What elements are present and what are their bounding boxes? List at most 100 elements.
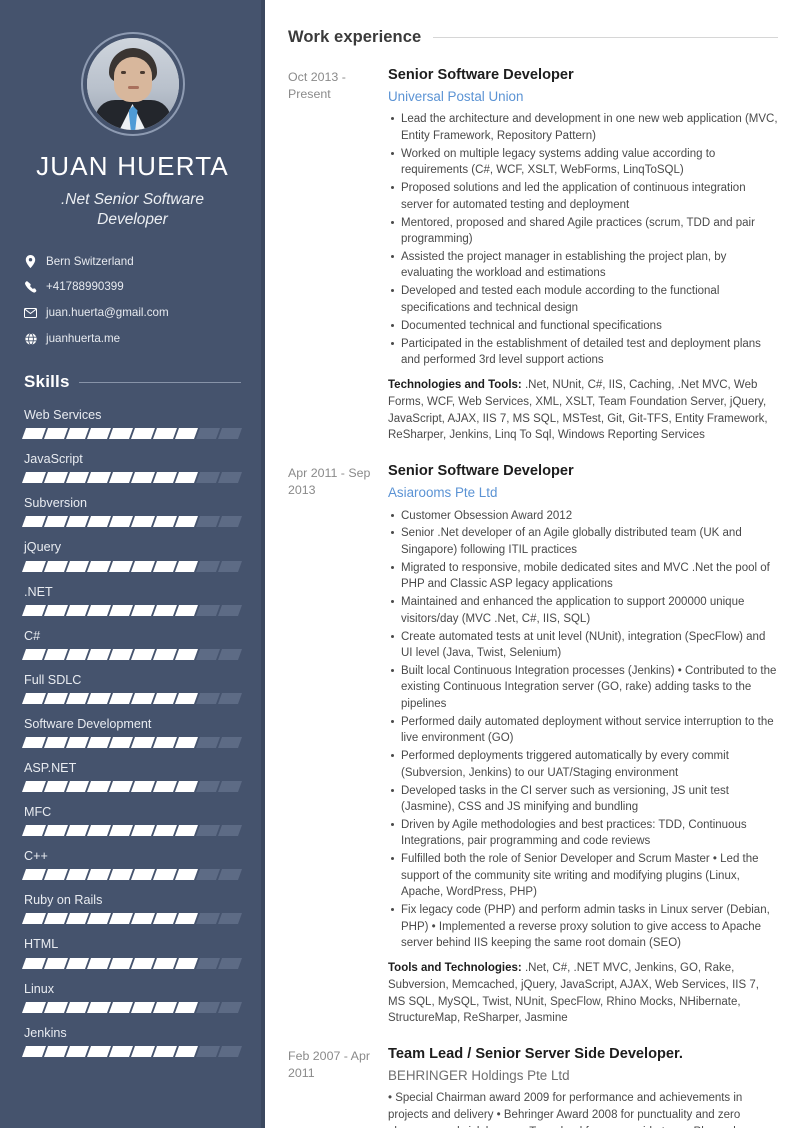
skill-segment-filled: [43, 957, 68, 969]
job-company[interactable]: Universal Postal Union: [388, 88, 778, 105]
skill-segment-filled: [109, 737, 133, 748]
skill-segment-filled: [21, 825, 46, 837]
skill-segment-filled: [174, 1045, 199, 1057]
skill-segment-filled: [130, 913, 155, 925]
skill-segment-filled: [174, 825, 199, 837]
skill-segment-filled: [152, 516, 177, 528]
contact-email[interactable]: juan.huerta@gmail.com: [24, 306, 241, 320]
skill-segment-empty: [218, 1001, 242, 1013]
skill-segment-filled: [109, 428, 133, 440]
skill-level-bar: [21, 913, 242, 925]
job-company[interactable]: Asiarooms Pte Ltd: [388, 484, 778, 501]
skill-segment-filled: [21, 648, 46, 660]
skill-segment-filled: [109, 648, 133, 660]
job-tools: Technologies and Tools: .Net, NUnit, C#,…: [388, 377, 778, 444]
job-tools: Tools and Technologies: .Net, C#, .NET M…: [388, 960, 778, 1027]
phone-icon: [24, 281, 37, 294]
skill-item: Full SDLC: [21, 673, 242, 704]
skill-segment-empty: [196, 869, 221, 881]
skill-segment-filled: [43, 1045, 68, 1057]
contact-website-text: juanhuerta.me: [46, 332, 121, 346]
skill-level-bar: [21, 472, 242, 484]
profile-photo-ring: [80, 32, 185, 136]
skill-segment-filled: [109, 913, 133, 925]
skill-segment-filled: [174, 692, 199, 704]
skill-segment-filled: [87, 825, 112, 837]
skill-segment-filled: [109, 516, 133, 528]
skill-item: Software Development: [21, 717, 242, 748]
skill-segment-filled: [21, 1001, 46, 1013]
skill-segment-filled: [109, 869, 133, 881]
skill-level-bar: [21, 692, 242, 704]
skill-level-bar: [21, 825, 242, 837]
skill-segment-filled: [152, 781, 177, 793]
contact-location[interactable]: Bern Switzerland: [24, 255, 241, 269]
skill-segment-filled: [65, 692, 90, 704]
skill-segment-filled: [43, 825, 68, 837]
skill-segment-filled: [174, 560, 199, 572]
skill-segment-filled: [174, 869, 199, 881]
skill-segment-empty: [196, 825, 221, 837]
job-bullet: Lead the architecture and development in…: [388, 111, 778, 144]
skill-segment-filled: [109, 472, 133, 484]
skill-segment-empty: [196, 1045, 221, 1057]
contact-website[interactable]: juanhuerta.me: [24, 332, 241, 346]
skill-segment-filled: [87, 913, 112, 925]
job-bullet: Developed and tested each module accordi…: [388, 283, 778, 316]
skill-item: ASP.NET: [21, 761, 242, 793]
contact-list: Bern Switzerland +41788990399 juan.huert…: [24, 255, 241, 347]
skill-level-bar: [21, 428, 242, 440]
contact-phone[interactable]: +41788990399: [24, 280, 241, 294]
work-experience-heading: Work experience: [288, 28, 422, 46]
job-bullet: Senior .Net developer of an Agile global…: [388, 525, 778, 558]
skill-segment-filled: [65, 648, 90, 660]
skill-label: HTML: [24, 937, 59, 952]
skill-segment-filled: [21, 913, 46, 925]
skill-level-bar: [21, 737, 242, 748]
job-bullet: Participated in the establishment of det…: [388, 336, 778, 369]
job-bullet: Documented technical and functional spec…: [388, 318, 778, 334]
skill-level-bar: [21, 560, 242, 572]
skill-segment-filled: [65, 869, 90, 881]
job-bullet: Worked on multiple legacy systems adding…: [388, 146, 778, 179]
skill-segment-filled: [87, 692, 112, 704]
skill-segment-filled: [130, 560, 155, 572]
skill-label: jQuery: [24, 540, 62, 555]
skill-segment-filled: [43, 428, 68, 440]
skill-segment-filled: [152, 913, 177, 925]
skill-segment-filled: [109, 957, 133, 969]
skill-segment-filled: [109, 560, 133, 572]
job-title: Senior Software Developer: [388, 67, 574, 83]
skill-segment-filled: [21, 1045, 46, 1057]
skill-segment-filled: [65, 781, 90, 793]
skill-segment-empty: [196, 913, 221, 925]
skill-segment-empty: [218, 1045, 242, 1057]
work-experience-header: Work experience: [288, 28, 778, 47]
skill-segment-filled: [109, 825, 133, 837]
job-date: Apr 2011 - Sep 2013: [288, 466, 371, 498]
skill-segment-empty: [218, 648, 242, 660]
job-title: Senior Software Developer: [388, 463, 574, 480]
skill-segment-filled: [43, 560, 68, 572]
job-title: Team Lead / Senior Server Side Developer…: [388, 1046, 683, 1063]
work-experience-rule: [433, 37, 778, 38]
job-entry: Apr 2011 - Sep 2013 Senior Software Devel…: [288, 462, 778, 1027]
skill-level-bar: [21, 781, 242, 793]
skill-segment-filled: [43, 472, 68, 484]
job-body: Senior Software Developer Universal Posta…: [376, 66, 778, 444]
skill-label: Subversion: [24, 496, 88, 511]
skill-segment-empty: [196, 1001, 221, 1013]
skills-heading: Skills: [24, 372, 70, 392]
skill-segment-filled: [65, 1001, 90, 1013]
skill-segment-filled: [65, 1045, 90, 1057]
skill-label: Jenkins: [24, 1025, 67, 1040]
job-bullet: Create automated tests at unit level (NU…: [388, 629, 778, 662]
skill-segment-filled: [152, 560, 177, 572]
skill-segment-filled: [65, 428, 90, 440]
skill-segment-filled: [130, 604, 155, 616]
skill-segment-filled: [21, 781, 46, 793]
skill-item: Jenkins: [21, 1025, 242, 1057]
skill-segment-filled: [43, 692, 68, 704]
job-date: Oct 2013 - Present: [288, 70, 346, 102]
job-bullet: Maintained and enhanced the application …: [388, 594, 778, 627]
